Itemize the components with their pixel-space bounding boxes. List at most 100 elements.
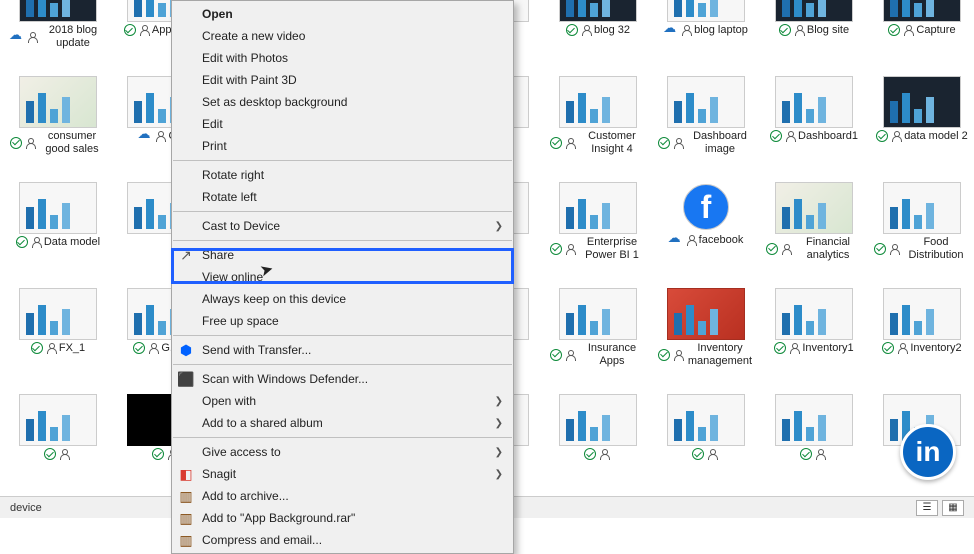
menu-item-view-online[interactable]: View online: [172, 266, 513, 288]
synced-status-icon: [882, 342, 894, 354]
menu-item-rotate-right[interactable]: Rotate right: [172, 164, 513, 186]
menu-separator: [173, 160, 512, 161]
menu-item-label: Add to archive...: [202, 489, 289, 503]
file-item[interactable]: Customer Insight 4: [550, 76, 646, 176]
file-item[interactable]: Inventory2: [874, 288, 970, 388]
file-item[interactable]: Food Distribution: [874, 182, 970, 282]
menu-item-label: Give access to: [202, 445, 281, 459]
file-name-label: Inventory management: [686, 342, 754, 367]
menu-item-scan-with-windows-defender[interactable]: ⬛Scan with Windows Defender...: [172, 368, 513, 390]
synced-status-icon: [800, 448, 812, 460]
menu-item-always-keep-on-this-device[interactable]: Always keep on this device: [172, 288, 513, 310]
file-name-label: Insurance Apps: [578, 342, 646, 367]
file-label-row: 2018 blog update: [10, 24, 106, 49]
file-item[interactable]: Enterprise Power BI 1: [550, 182, 646, 282]
snagit-icon: ◧: [178, 466, 194, 482]
menu-item-rotate-left[interactable]: Rotate left: [172, 186, 513, 208]
file-label-row: Customer Insight 4: [550, 130, 646, 155]
file-item[interactable]: Insurance Apps: [550, 288, 646, 388]
menu-item-add-to-a-shared-album[interactable]: Add to a shared album: [172, 412, 513, 434]
file-item[interactable]: consumer good sales: [10, 76, 106, 176]
file-name-label: Food Distribution: [902, 236, 970, 261]
shared-person-icon: [599, 449, 609, 459]
file-item[interactable]: Inventory1: [766, 288, 862, 388]
menu-item-set-as-desktop-background[interactable]: Set as desktop background: [172, 91, 513, 113]
file-item[interactable]: Blog site: [766, 0, 862, 70]
file-label-row: consumer good sales: [10, 130, 106, 155]
menu-item-label: Open: [202, 7, 233, 21]
menu-item-label: Cast to Device: [202, 219, 280, 233]
shared-person-icon: [781, 244, 791, 254]
menu-item-free-up-space[interactable]: Free up space: [172, 310, 513, 332]
view-thumbs-button[interactable]: ▦: [942, 500, 964, 516]
shared-person-icon: [815, 449, 825, 459]
shared-person-icon: [686, 235, 696, 245]
file-name-label: Blog site: [807, 24, 849, 37]
file-label-row: [584, 448, 612, 460]
winrar-icon: ▥: [178, 488, 194, 504]
file-thumbnail: [883, 182, 961, 234]
file-item[interactable]: blog 32: [550, 0, 646, 70]
synced-status-icon: [550, 137, 562, 149]
file-name-label: data model 2: [904, 130, 968, 143]
menu-item-send-with-transfer[interactable]: ⬢Send with Transfer...: [172, 339, 513, 361]
file-item[interactable]: ffacebook: [658, 182, 754, 282]
file-item[interactable]: blog laptop: [658, 0, 754, 70]
file-item[interactable]: [766, 394, 862, 494]
cloud-status-icon: [138, 131, 152, 141]
menu-item-print[interactable]: Print: [172, 135, 513, 157]
synced-status-icon: [44, 448, 56, 460]
file-name-label: Capture: [916, 24, 955, 37]
menu-item-open-with[interactable]: Open with: [172, 390, 513, 412]
menu-item-cast-to-device[interactable]: Cast to Device: [172, 215, 513, 237]
file-label-row: Food Distribution: [874, 236, 970, 261]
menu-item-open[interactable]: Open: [172, 3, 513, 25]
file-label-row: FX_1: [31, 342, 85, 355]
shared-person-icon: [897, 343, 907, 353]
menu-item-edit-with-paint-3d[interactable]: Edit with Paint 3D: [172, 69, 513, 91]
file-item[interactable]: Dashboard1: [766, 76, 862, 176]
menu-item-add-to-archive[interactable]: ▥ Add to archive...: [172, 485, 513, 507]
linkedin-badge[interactable]: in: [900, 424, 956, 480]
menu-item-give-access-to[interactable]: Give access to: [172, 441, 513, 463]
menu-item-label: Snagit: [202, 467, 236, 481]
cloud-status-icon: [10, 32, 24, 42]
synced-status-icon: [550, 349, 562, 361]
menu-separator: [173, 240, 512, 241]
menu-item-label: Scan with Windows Defender...: [202, 372, 368, 386]
menu-separator: [173, 437, 512, 438]
file-item[interactable]: Inventory management: [658, 288, 754, 388]
file-item[interactable]: FX_1: [10, 288, 106, 388]
file-item[interactable]: [658, 394, 754, 494]
file-item[interactable]: [550, 394, 646, 494]
file-item[interactable]: Dashboard image: [658, 76, 754, 176]
menu-separator: [173, 364, 512, 365]
file-label-row: [800, 448, 828, 460]
view-toggles: ☰ ▦: [916, 500, 964, 516]
file-item[interactable]: data model 2: [874, 76, 970, 176]
menu-item-edit[interactable]: Edit: [172, 113, 513, 135]
shared-person-icon: [565, 244, 575, 254]
menu-item-add-to-app-background-rar[interactable]: ▥Add to "App Background.rar": [172, 507, 513, 529]
menu-item-label: Print: [202, 139, 227, 153]
file-thumbnail: [667, 394, 745, 446]
shared-person-icon: [673, 350, 683, 360]
file-item[interactable]: Data model: [10, 182, 106, 282]
file-item[interactable]: 2018 blog update: [10, 0, 106, 70]
menu-item-create-a-new-video[interactable]: Create a new video: [172, 25, 513, 47]
menu-item-share[interactable]: ↗Share: [172, 244, 513, 266]
menu-item-snagit[interactable]: ◧ Snagit: [172, 463, 513, 485]
menu-item-edit-with-photos[interactable]: Edit with Photos: [172, 47, 513, 69]
menu-item-compress-and-email[interactable]: ▥Compress and email...: [172, 529, 513, 551]
file-thumbnail: [559, 0, 637, 22]
synced-status-icon: [692, 448, 704, 460]
file-item[interactable]: [10, 394, 106, 494]
menu-separator: [173, 211, 512, 212]
cloud-status-icon: [669, 235, 683, 245]
file-name-label: facebook: [699, 234, 744, 247]
file-item[interactable]: Capture: [874, 0, 970, 70]
menu-item-label: Send with Transfer...: [202, 343, 311, 357]
view-details-button[interactable]: ☰: [916, 500, 938, 516]
file-name-label: Inventory1: [802, 342, 853, 355]
file-item[interactable]: Financial analytics: [766, 182, 862, 282]
